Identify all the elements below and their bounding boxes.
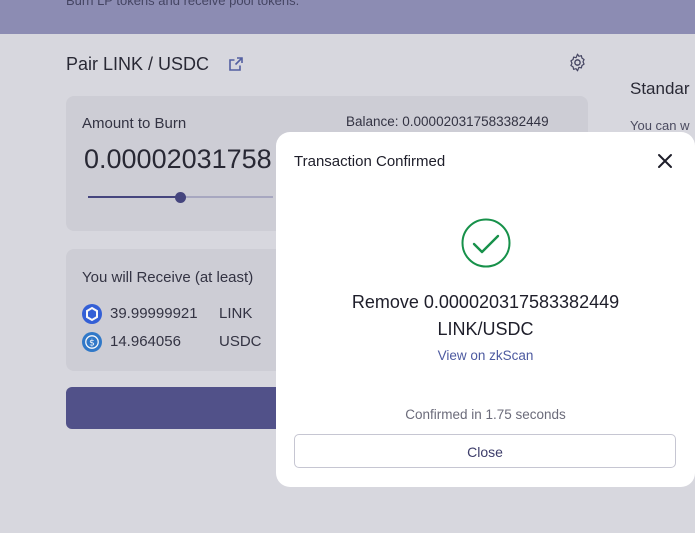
remove-pair-text: LINK/USDC (437, 319, 534, 339)
transaction-confirmed-modal: Transaction Confirmed Remove 0.000020317… (276, 132, 695, 487)
view-on-zkscan-link[interactable]: View on zkScan (276, 348, 695, 363)
close-icon[interactable] (657, 153, 673, 169)
confirmed-time-text: Confirmed in 1.75 seconds (405, 407, 566, 422)
success-check-icon (461, 218, 511, 268)
remove-amount-text: Remove 0.000020317583382449 (351, 292, 620, 312)
close-button[interactable]: Close (294, 434, 676, 468)
modal-title: Transaction Confirmed (294, 153, 446, 170)
